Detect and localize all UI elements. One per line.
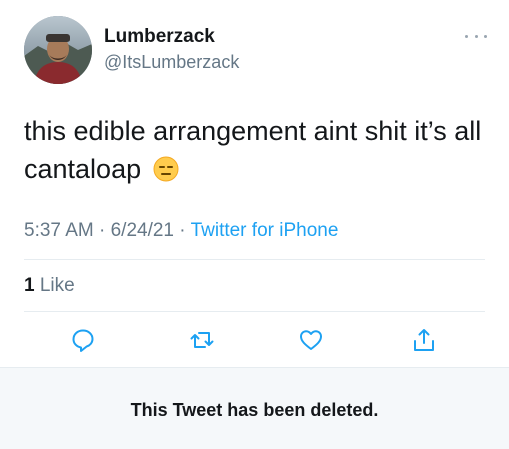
likes-count[interactable]: 1 Like bbox=[24, 275, 75, 297]
like-button[interactable] bbox=[294, 323, 328, 357]
meta-separator: · bbox=[99, 220, 106, 241]
like-count-number: 1 bbox=[24, 275, 35, 296]
tweet-date: 6/24/21 bbox=[110, 220, 175, 241]
divider bbox=[24, 259, 485, 260]
retweet-button[interactable] bbox=[185, 323, 219, 357]
tweet-source-link[interactable]: Twitter for iPhone bbox=[191, 220, 339, 241]
share-icon bbox=[414, 329, 434, 351]
avatar[interactable] bbox=[24, 16, 92, 84]
user-handle[interactable]: @ItsLumberzack bbox=[104, 52, 239, 73]
reply-button[interactable] bbox=[66, 323, 100, 357]
deleted-notice-text: This Tweet has been deleted. bbox=[130, 400, 379, 420]
avatar-image bbox=[24, 16, 92, 84]
share-button[interactable] bbox=[407, 323, 441, 357]
tweet-card: Lumberzack @ItsLumberzack this edible ar… bbox=[0, 0, 509, 449]
like-icon bbox=[300, 330, 322, 350]
action-bar bbox=[0, 323, 509, 359]
meta-separator: · bbox=[179, 220, 186, 241]
display-name[interactable]: Lumberzack bbox=[104, 26, 215, 48]
like-count-label: Like bbox=[39, 275, 75, 296]
tweet-text: this edible arrangement aint shit it’s a… bbox=[24, 112, 494, 188]
divider bbox=[24, 311, 485, 312]
tweet-text-content: this edible arrangement aint shit it’s a… bbox=[24, 116, 482, 184]
tweet-time: 5:37 AM bbox=[24, 220, 94, 241]
more-options-icon[interactable] bbox=[465, 32, 487, 40]
expressionless-face-icon bbox=[153, 156, 179, 182]
reply-icon bbox=[72, 329, 94, 352]
tweet-meta: 5:37 AM · 6/24/21 · Twitter for iPhone bbox=[24, 220, 338, 242]
retweet-icon bbox=[190, 332, 214, 348]
deleted-notice: This Tweet has been deleted. bbox=[0, 367, 509, 449]
